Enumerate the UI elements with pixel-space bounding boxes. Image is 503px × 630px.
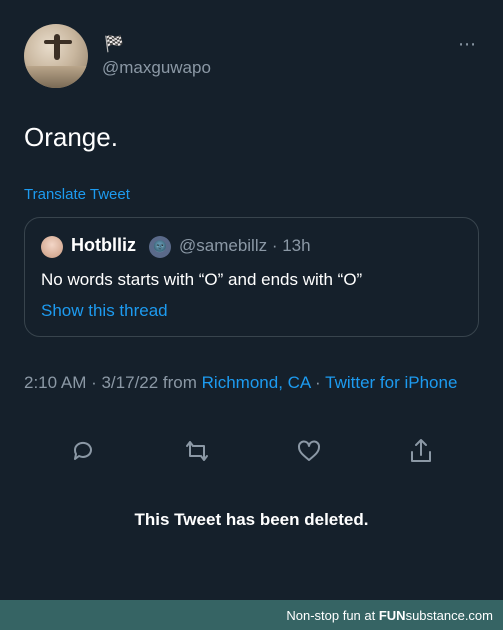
tweet-meta: 2:10 AM · 3/17/22 from Richmond, CA · Tw… bbox=[24, 371, 479, 395]
deleted-tweet-notice: This Tweet has been deleted. bbox=[134, 510, 369, 529]
source-link[interactable]: Twitter for iPhone bbox=[325, 373, 457, 392]
profile-avatar[interactable] bbox=[24, 24, 88, 88]
show-thread-link[interactable]: Show this thread bbox=[41, 301, 168, 321]
tweet-timestamp[interactable]: 2:10 AM · 3/17/22 from bbox=[24, 373, 202, 392]
quoted-tweet-text: No words starts with “O” and ends with “… bbox=[41, 270, 363, 289]
avatar-figure-arms bbox=[44, 40, 72, 44]
footer-brand-bold: FUN bbox=[378, 608, 406, 623]
new-moon-face-emoji: 🌚 bbox=[149, 236, 171, 258]
meta-separator: · bbox=[310, 373, 326, 392]
share-icon[interactable] bbox=[406, 436, 436, 466]
quoted-display-name: Hotblliz bbox=[71, 235, 136, 255]
footer-brand-rest: substance.com bbox=[405, 608, 493, 623]
checkered-flag-display-name[interactable]: 🏁 bbox=[104, 34, 124, 54]
quoted-avatar bbox=[41, 236, 63, 258]
watermark-footer: Non-stop fun at FUNsubstance.com bbox=[0, 600, 503, 630]
location-link[interactable]: Richmond, CA bbox=[202, 373, 311, 392]
like-icon[interactable] bbox=[294, 436, 324, 466]
translate-tweet-link[interactable]: Translate Tweet bbox=[24, 186, 130, 203]
reply-icon[interactable] bbox=[68, 436, 98, 466]
footer-prefix: Non-stop fun at bbox=[286, 608, 379, 623]
avatar-figure bbox=[54, 34, 60, 60]
tweet-text: Orange. bbox=[24, 122, 118, 152]
avatar-ground bbox=[24, 66, 88, 88]
more-options-icon[interactable]: ⋯ bbox=[458, 34, 477, 55]
quoted-handle-time: @samebillz · 13h bbox=[179, 236, 311, 255]
author-handle[interactable]: @maxguwapo bbox=[102, 58, 211, 78]
quoted-tweet-card[interactable]: Hotblliz 🌚 @samebillz · 13h No words sta… bbox=[24, 217, 479, 337]
footer-text: Non-stop fun at FUNsubstance.com bbox=[286, 608, 493, 623]
retweet-icon[interactable] bbox=[182, 436, 212, 466]
